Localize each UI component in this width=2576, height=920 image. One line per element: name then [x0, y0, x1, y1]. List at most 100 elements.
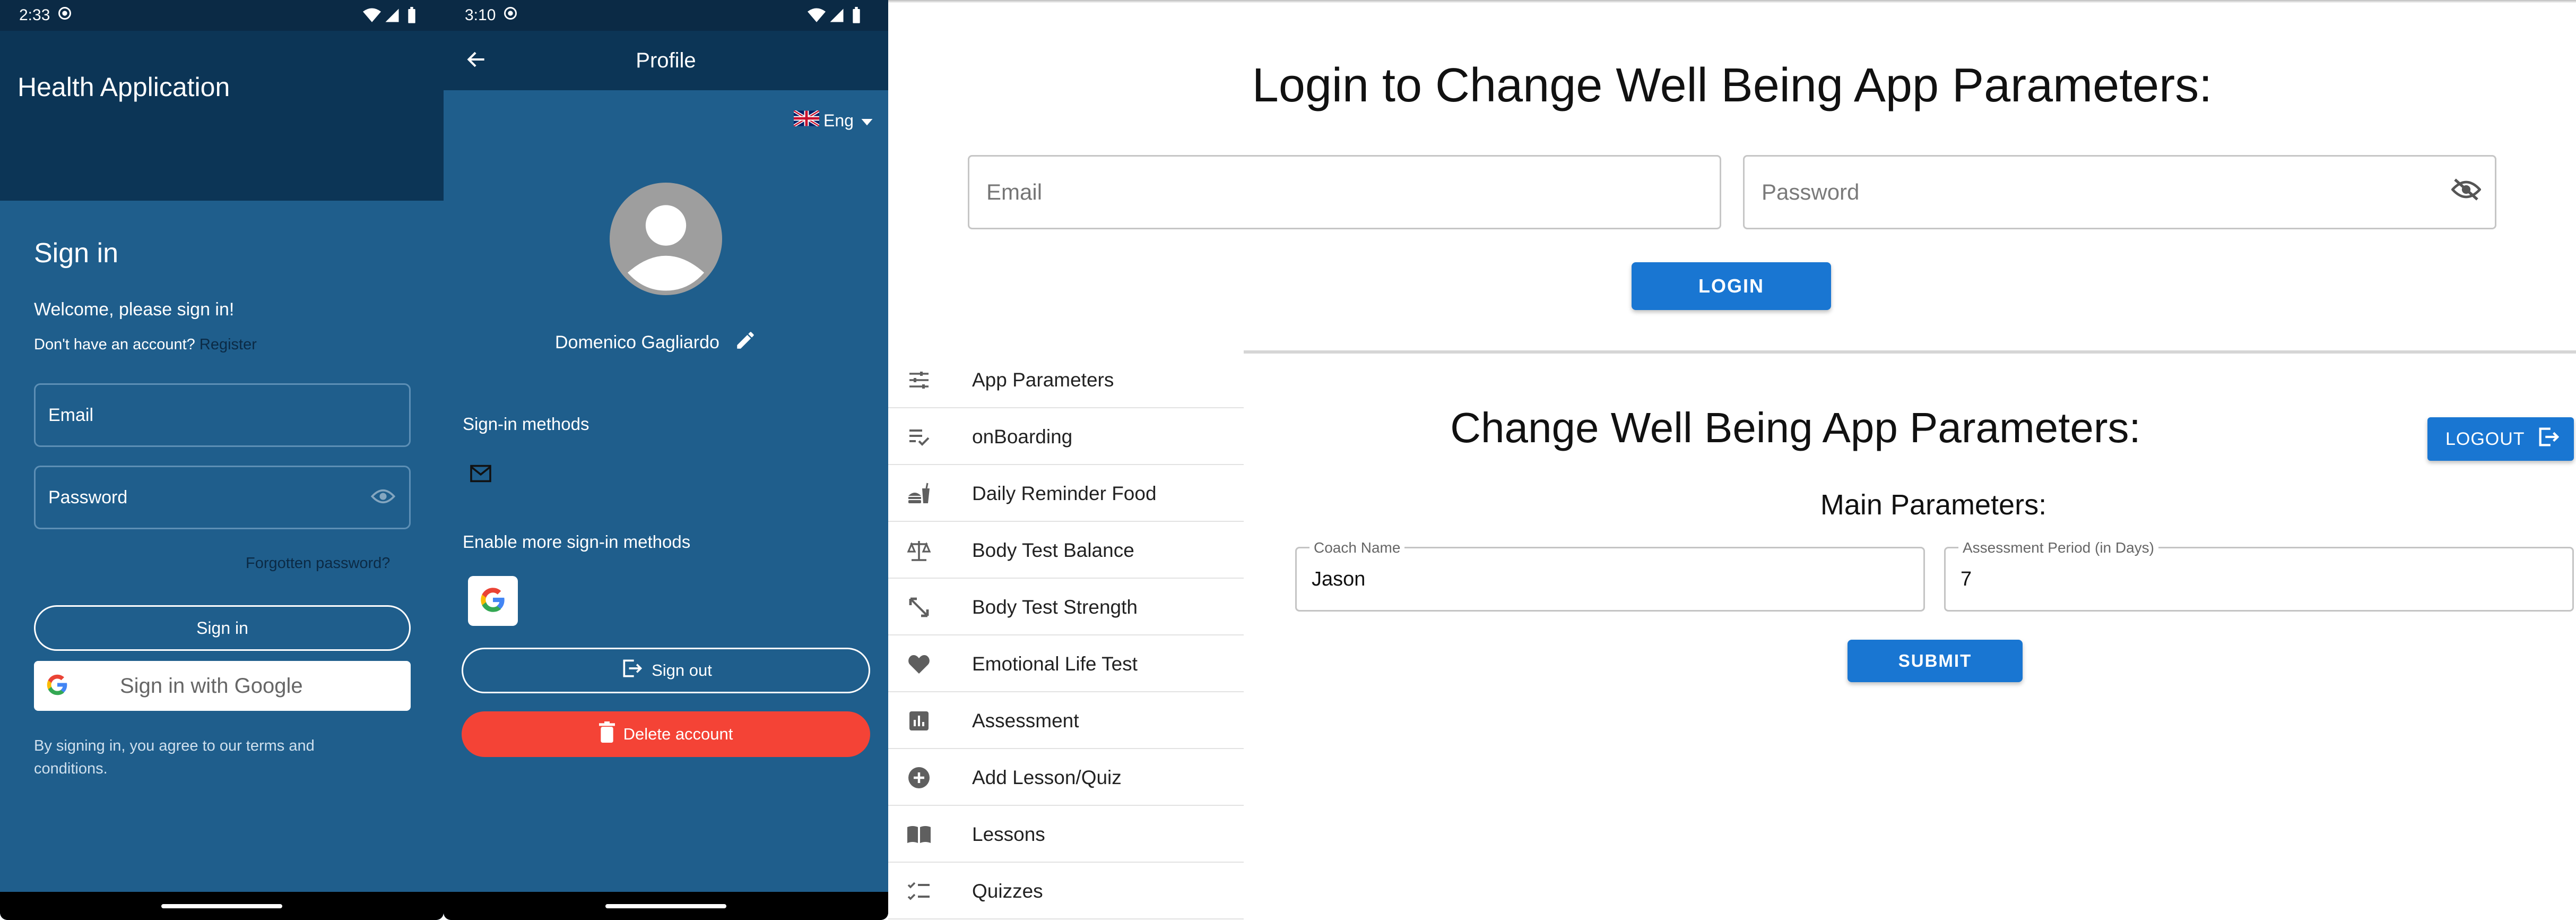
- google-button-label: Sign in with Google: [120, 674, 303, 698]
- playlist-check-icon: [906, 424, 932, 450]
- main-params-heading: Main Parameters:: [1820, 489, 2047, 521]
- add-circle-icon: [906, 765, 932, 790]
- delete-account-button[interactable]: Delete account: [462, 711, 870, 757]
- coach-name-value: Jason: [1312, 568, 1366, 590]
- signal-icon: [385, 8, 399, 22]
- nav-bar: [0, 892, 444, 920]
- sidebar-item-body-test-balance[interactable]: Body Test Balance: [888, 522, 1244, 579]
- logout-button[interactable]: LOGOUT: [2427, 417, 2574, 461]
- register-link[interactable]: Register: [200, 336, 257, 353]
- sidebar-item-label: Add Lesson/Quiz: [972, 766, 1122, 788]
- email-input[interactable]: [968, 155, 1721, 229]
- uk-flag-icon: [793, 109, 820, 131]
- admin-web-page: Login to Change Well Being App Parameter…: [888, 0, 2576, 920]
- google-method-button[interactable]: [468, 576, 518, 626]
- register-line: Don't have an account? Register: [34, 336, 257, 354]
- assessment-period-label: Assessment Period (in Days): [1958, 539, 2159, 556]
- forgot-password-link[interactable]: Forgotten password?: [246, 555, 390, 572]
- expand-arrows-icon: [906, 595, 932, 620]
- sidebar-item-label: Body Test Balance: [972, 539, 1134, 561]
- app-header: [0, 31, 444, 201]
- google-icon: [479, 586, 507, 616]
- edit-pencil-icon[interactable]: [734, 329, 757, 356]
- sidebar-item-assessment[interactable]: Assessment: [888, 692, 1244, 749]
- email-field[interactable]: Email: [34, 383, 411, 447]
- assessment-period-field[interactable]: Assessment Period (in Days) 7: [1944, 539, 2574, 612]
- assessment-period-value: 7: [1961, 568, 1972, 590]
- signin-button-label: Sign in: [196, 618, 248, 638]
- submit-button[interactable]: SUBMIT: [1848, 640, 2023, 682]
- password-placeholder: Password: [1762, 179, 1860, 204]
- back-arrow-icon[interactable]: [465, 48, 488, 74]
- logout-icon: [2536, 425, 2561, 454]
- signin-screen: 2:33 Health Application Sign in Welcome,…: [0, 0, 444, 920]
- sidebar-item-label: App Parameters: [972, 368, 1114, 391]
- logout-icon: [620, 657, 644, 684]
- sidebar-item-label: Assessment: [972, 709, 1079, 732]
- sidebar-item-label: Lessons: [972, 823, 1045, 845]
- dropdown-arrow-icon: [861, 111, 873, 131]
- checklist-icon: [906, 879, 932, 904]
- wifi-icon: [363, 8, 381, 22]
- logout-button-label: LOGOUT: [2445, 428, 2525, 449]
- signin-heading: Sign in: [34, 238, 118, 269]
- trash-icon: [599, 721, 615, 747]
- wifi-icon: [808, 8, 826, 22]
- signin-button[interactable]: Sign in: [34, 605, 411, 651]
- password-field[interactable]: Password: [34, 466, 411, 529]
- visibility-off-icon[interactable]: [2451, 178, 2482, 207]
- submit-button-label: SUBMIT: [1898, 651, 1972, 670]
- password-input[interactable]: Password: [1743, 155, 2496, 229]
- home-indicator[interactable]: [161, 904, 282, 908]
- language-selector[interactable]: Eng: [793, 109, 873, 131]
- user-name: Domenico Gagliardo: [555, 332, 719, 352]
- nav-bar: [444, 892, 888, 920]
- sidebar-item-label: Emotional Life Test: [972, 652, 1138, 675]
- status-icons: [363, 7, 417, 24]
- email-label: Email: [48, 405, 94, 425]
- book-icon: [906, 822, 932, 847]
- section-divider: [1244, 350, 2576, 354]
- sidebar-item-body-test-strength[interactable]: Body Test Strength: [888, 579, 1244, 635]
- sidebar: App Parameters onBoarding Daily Reminder…: [888, 351, 1244, 920]
- app-bar: Profile: [444, 31, 888, 90]
- sidebar-item-label: Quizzes: [972, 880, 1043, 902]
- notification-icon: [57, 6, 72, 25]
- sidebar-item-add-lesson-quiz[interactable]: Add Lesson/Quiz: [888, 749, 1244, 806]
- sidebar-item-daily-reminder-food[interactable]: Daily Reminder Food: [888, 465, 1244, 522]
- page-title: Profile: [636, 48, 696, 72]
- top-shadow: [888, 0, 2576, 3]
- home-indicator[interactable]: [605, 904, 726, 908]
- welcome-text: Welcome, please sign in!: [34, 299, 235, 320]
- status-icons: [808, 7, 862, 24]
- sign-out-button[interactable]: Sign out: [462, 648, 870, 693]
- sidebar-item-label: Daily Reminder Food: [972, 482, 1157, 504]
- battery-icon: [853, 7, 860, 23]
- google-signin-button[interactable]: Sign in with Google: [34, 661, 411, 711]
- mail-icon: [469, 464, 492, 486]
- sidebar-item-quizzes[interactable]: Quizzes: [888, 863, 1244, 919]
- signal-icon: [830, 8, 844, 22]
- coach-name-field[interactable]: Coach Name Jason: [1295, 539, 1925, 612]
- sidebar-item-app-parameters[interactable]: App Parameters: [888, 351, 1244, 408]
- status-time: 2:33: [19, 6, 50, 24]
- google-icon: [46, 673, 69, 699]
- user-name-row: Domenico Gagliardo: [555, 329, 757, 356]
- sidebar-item-label: onBoarding: [972, 425, 1073, 448]
- heart-icon: [906, 651, 932, 677]
- change-params-title: Change Well Being App Parameters:: [1450, 404, 2141, 451]
- login-button-label: LOGIN: [1698, 275, 1764, 297]
- sidebar-item-lessons[interactable]: Lessons: [888, 806, 1244, 863]
- login-button[interactable]: LOGIN: [1632, 262, 1831, 310]
- visibility-icon[interactable]: [370, 488, 396, 507]
- status-time: 3:10: [465, 6, 496, 24]
- signin-methods-heading: Sign-in methods: [463, 414, 589, 434]
- app-title: Health Application: [18, 72, 230, 102]
- sign-out-label: Sign out: [652, 661, 712, 680]
- sidebar-item-emotional-life-test[interactable]: Emotional Life Test: [888, 635, 1244, 692]
- notification-icon: [503, 6, 518, 25]
- delete-account-label: Delete account: [623, 725, 733, 743]
- avatar: [610, 183, 722, 298]
- sidebar-item-onboarding[interactable]: onBoarding: [888, 408, 1244, 465]
- password-label: Password: [48, 487, 128, 508]
